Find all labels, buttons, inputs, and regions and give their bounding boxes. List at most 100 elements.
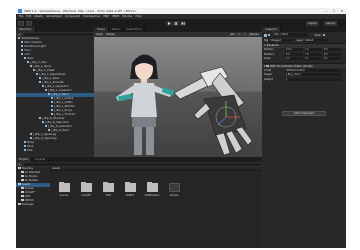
2d-toggle[interactable]: 2D bbox=[229, 32, 236, 37]
vrm-character[interactable] bbox=[116, 54, 175, 155]
step-icon bbox=[181, 21, 185, 25]
folder-icon bbox=[21, 171, 24, 174]
static-label: Static bbox=[314, 33, 322, 37]
project-folder-tree: Favorites All Materials All Models All Pref… bbox=[16, 167, 50, 248]
hierarchy-item-label: J_Bip_C_Neck bbox=[42, 77, 60, 81]
menu-cinemachine[interactable]: Cinemachine bbox=[83, 15, 100, 18]
menu-vrm[interactable]: VRM bbox=[103, 15, 109, 18]
project-tree-label: UniGLTF bbox=[24, 191, 35, 195]
component-enabled-checkbox[interactable] bbox=[266, 64, 269, 68]
asset-label: UniGLTF bbox=[81, 193, 91, 197]
transform-row-label: Rotation bbox=[264, 52, 275, 56]
hierarchy-list: SampleScene Main Camera Directional Light F… bbox=[16, 37, 94, 153]
transform-z-field[interactable]: Z 0 bbox=[323, 52, 341, 56]
hierarchy-item-label: J_Bip_C_Chest bbox=[36, 69, 55, 73]
transform-x-field[interactable]: X 0 bbox=[285, 52, 303, 56]
component-row-field[interactable]: J_Bip_L_Hand bbox=[285, 73, 341, 77]
component-row-field[interactable]: VRM10Animation bbox=[285, 68, 341, 72]
cloud-icon[interactable] bbox=[26, 20, 32, 26]
account-button[interactable] bbox=[18, 20, 24, 26]
menu-help[interactable]: Help bbox=[136, 15, 142, 18]
tab-inspector[interactable]: Inspector bbox=[262, 27, 282, 32]
pivot-toggle[interactable]: Pivot bbox=[95, 32, 104, 37]
tab-project[interactable]: Project bbox=[16, 157, 32, 162]
step-button[interactable] bbox=[180, 20, 186, 26]
menu-assets[interactable]: Assets bbox=[34, 15, 42, 18]
asset-item[interactable]: Sample bbox=[166, 183, 182, 197]
menu-file[interactable]: File bbox=[19, 15, 23, 18]
layer-label: Layer bbox=[296, 38, 304, 42]
breadcrumb[interactable]: Assets bbox=[50, 167, 262, 171]
menu-vrm0[interactable]: VRM0 bbox=[112, 15, 119, 18]
menu-window[interactable]: Window bbox=[122, 15, 132, 18]
transform-y-field[interactable]: Y 0 bbox=[304, 48, 322, 52]
object-name-field[interactable]: J_Bip_L_Hand bbox=[272, 33, 309, 37]
component-row: Weight 1 bbox=[262, 77, 346, 82]
transform-x-field[interactable]: X 0.1 bbox=[285, 48, 303, 52]
hierarchy-item-label: J_Bip_L_LowerArm bbox=[48, 89, 72, 93]
folder-icon bbox=[18, 183, 21, 186]
tab-game[interactable]: Game bbox=[108, 27, 124, 32]
tab-console[interactable]: Console bbox=[31, 157, 50, 162]
static-checkbox[interactable] bbox=[322, 33, 325, 37]
pause-button[interactable] bbox=[173, 20, 179, 26]
hierarchy-item-label: J_Bip_R_UpperLeg bbox=[33, 137, 57, 141]
project-add-button[interactable]: + bbox=[17, 162, 23, 167]
asset-item[interactable]: Scenes bbox=[56, 181, 72, 197]
asset-item[interactable]: VRM10 bbox=[122, 181, 138, 197]
menu-edit[interactable]: Edit bbox=[26, 15, 31, 18]
add-component-button[interactable]: Add Component bbox=[282, 111, 326, 116]
gizmos-dropdown[interactable]: Gizmos bbox=[248, 32, 260, 37]
transform-x-field[interactable]: X 1 bbox=[285, 57, 303, 61]
hierarchy-panel: Hierarchy + SampleScene Main Camera Direct… bbox=[16, 27, 94, 157]
minimize-button[interactable]: — bbox=[322, 9, 330, 13]
hierarchy-search-input[interactable] bbox=[24, 32, 93, 37]
transform-y-field[interactable]: Y 1 bbox=[304, 57, 322, 61]
project-tree-label: All Prefabs bbox=[24, 179, 38, 183]
play-button[interactable] bbox=[166, 20, 172, 26]
project-tree-item[interactable]: Packages bbox=[16, 203, 50, 207]
hierarchy-add-button[interactable]: + bbox=[17, 32, 23, 37]
tab-asset-store[interactable]: Asset Store bbox=[123, 27, 146, 32]
project-tree-label: All Models bbox=[24, 175, 38, 179]
menu-gameobject[interactable]: GameObject bbox=[46, 15, 62, 18]
hierarchy-item-label: J_Bip_L_Ring1 bbox=[54, 109, 73, 113]
transform-row-label: Scale bbox=[264, 57, 271, 61]
menu-component[interactable]: Component bbox=[65, 15, 80, 18]
component-row-label: Weight bbox=[264, 77, 273, 81]
hierarchy-item[interactable]: Hair bbox=[16, 149, 94, 153]
folder-icon bbox=[21, 175, 24, 178]
project-tree-label: Scenes bbox=[24, 187, 34, 191]
audio-toggle[interactable]: ♪ bbox=[242, 32, 248, 37]
folder-icon bbox=[124, 181, 136, 192]
unity-logo-icon bbox=[18, 9, 22, 13]
asset-item[interactable]: VRMShaders bbox=[144, 181, 160, 197]
tab-scene[interactable]: Scene bbox=[94, 27, 109, 32]
hierarchy-item-label: J_Bip_R_LowerArm bbox=[48, 125, 73, 129]
asset-item[interactable]: UniGLTF bbox=[78, 181, 94, 197]
component-row-field[interactable]: 1 bbox=[285, 77, 341, 81]
layers-dropdown[interactable]: Layers bbox=[306, 20, 319, 26]
hierarchy-item-label: J_Bip_L_Little1 bbox=[54, 101, 73, 105]
asset-label: VRM10 bbox=[125, 193, 135, 197]
layer-dropdown[interactable]: Default bbox=[304, 38, 329, 42]
transform-z-field[interactable]: Z 0 bbox=[323, 48, 341, 52]
transform-y-field[interactable]: Y 0 bbox=[304, 52, 322, 56]
tag-dropdown[interactable]: Untagged bbox=[269, 38, 294, 42]
scene-viewport[interactable] bbox=[94, 37, 262, 157]
asset-label: VRMShaders bbox=[144, 193, 160, 197]
robot-hand-model[interactable] bbox=[173, 66, 253, 156]
lighting-toggle[interactable]: ☀ bbox=[236, 32, 242, 37]
layout-dropdown[interactable]: Layout bbox=[324, 20, 337, 26]
hierarchy-item-label: Body bbox=[27, 141, 34, 145]
asset-item[interactable]: VRM bbox=[100, 181, 116, 197]
project-search-input[interactable] bbox=[24, 162, 261, 167]
scene-panel: Scene Game Asset Store Pivot Global 2D ☀… bbox=[94, 27, 262, 157]
maximize-button[interactable]: ☐ bbox=[330, 9, 338, 13]
close-button[interactable]: ✕ bbox=[338, 9, 346, 13]
transform-row: Scale X 1Y 1Z 1 bbox=[262, 57, 346, 62]
active-checkbox[interactable] bbox=[268, 33, 271, 37]
global-toggle[interactable]: Global bbox=[104, 32, 116, 37]
tab-hierarchy[interactable]: Hierarchy bbox=[16, 27, 36, 32]
transform-z-field[interactable]: Z 1 bbox=[323, 57, 341, 61]
